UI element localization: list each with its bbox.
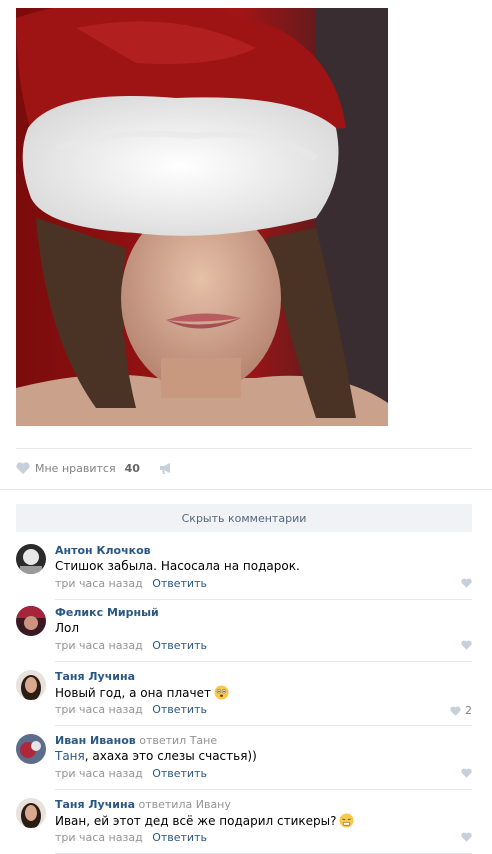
comment-item: Феликс Мирный Лол три часа назад Ответит… xyxy=(16,598,472,662)
comment-item: Таня Лучина ответила Ивану Иван, ей этот… xyxy=(16,790,472,854)
comment-time[interactable]: три часа назад xyxy=(55,831,143,844)
comment-text: Стишок забыла. Насосала на подарок. xyxy=(55,559,300,573)
comment-like-button[interactable] xyxy=(461,578,472,588)
comment-text: Новый год, а она плачет xyxy=(55,685,229,703)
megaphone-icon[interactable] xyxy=(159,462,173,474)
comment-author[interactable]: Феликс Мирный xyxy=(55,606,159,619)
section-divider xyxy=(0,489,492,490)
comment-header: Антон Клочков xyxy=(55,544,151,557)
comment-like-count: 2 xyxy=(465,704,472,717)
comment-like-button[interactable] xyxy=(461,640,472,650)
avatar[interactable] xyxy=(16,798,46,828)
comment-header: Таня Лучина xyxy=(55,670,135,683)
comment-item: Таня Лучина Новый год, а она плачет три … xyxy=(16,662,472,726)
avatar[interactable] xyxy=(16,606,46,636)
hide-comments-button[interactable]: Скрыть комментарии xyxy=(16,504,472,532)
comment-meta: три часа назад Ответить xyxy=(55,831,207,844)
like-button[interactable]: Мне нравится 40 xyxy=(16,462,140,475)
comment-meta: три часа назад Ответить xyxy=(55,703,207,716)
comment-header: Феликс Мирный xyxy=(55,606,159,619)
post-divider xyxy=(16,448,472,449)
avatar[interactable] xyxy=(16,670,46,700)
reply-button[interactable]: Ответить xyxy=(152,703,207,716)
avatar[interactable] xyxy=(16,734,46,764)
comment-text: Таня, ахаха это слезы счастья)) xyxy=(55,749,257,763)
like-count: 40 xyxy=(124,461,140,475)
comment-text-content: , ахаха это слезы счастья)) xyxy=(84,749,257,763)
comment-text-content: Иван, ей этот дед всё же подарил стикеры… xyxy=(55,814,337,828)
comment-like-button[interactable]: 2 xyxy=(450,704,472,717)
comment-author[interactable]: Иван Иванов xyxy=(55,734,136,747)
comment-header: Иван Иванов ответил Тане xyxy=(55,734,217,747)
heart-icon xyxy=(461,578,472,588)
reply-button[interactable]: Ответить xyxy=(152,831,207,844)
reply-to-label: ответил Тане xyxy=(139,734,218,747)
comment-header: Таня Лучина ответила Ивану xyxy=(55,798,231,811)
reply-button[interactable]: Ответить xyxy=(152,767,207,780)
heart-icon xyxy=(450,706,461,716)
post-actions: Мне нравится 40 xyxy=(16,458,173,478)
comment-meta: три часа назад Ответить xyxy=(55,639,207,652)
mention-link[interactable]: Таня xyxy=(55,749,85,763)
reply-button[interactable]: Ответить xyxy=(152,577,207,590)
post-photo[interactable] xyxy=(16,8,388,426)
comment-time[interactable]: три часа назад xyxy=(55,703,143,716)
comment-item: Иван Иванов ответил Тане Таня, ахаха это… xyxy=(16,726,472,790)
comment-meta: три часа назад Ответить xyxy=(55,577,207,590)
emoji-icon xyxy=(214,685,229,703)
like-label: Мне нравится xyxy=(35,461,116,475)
heart-icon xyxy=(16,462,30,474)
comment-author[interactable]: Таня Лучина xyxy=(55,670,135,683)
comment-like-button[interactable] xyxy=(461,832,472,842)
comment-time[interactable]: три часа назад xyxy=(55,767,143,780)
comment-text-content: Новый год, а она плачет xyxy=(55,686,211,700)
comment-author[interactable]: Антон Клочков xyxy=(55,544,151,557)
comment-text: Иван, ей этот дед всё же подарил стикеры… xyxy=(55,813,355,831)
comment-time[interactable]: три часа назад xyxy=(55,639,143,652)
comment-like-button[interactable] xyxy=(461,768,472,778)
comment-item: Антон Клочков Стишок забыла. Насосала на… xyxy=(16,536,472,600)
comment-text: Лол xyxy=(55,621,80,635)
comment-meta: три часа назад Ответить xyxy=(55,767,207,780)
heart-icon xyxy=(461,832,472,842)
heart-icon xyxy=(461,768,472,778)
avatar[interactable] xyxy=(16,544,46,574)
emoji-icon xyxy=(339,813,355,831)
comment-author[interactable]: Таня Лучина xyxy=(55,798,135,811)
heart-icon xyxy=(461,640,472,650)
comment-time[interactable]: три часа назад xyxy=(55,577,143,590)
reply-button[interactable]: Ответить xyxy=(152,639,207,652)
reply-to-label: ответила Ивану xyxy=(138,798,231,811)
